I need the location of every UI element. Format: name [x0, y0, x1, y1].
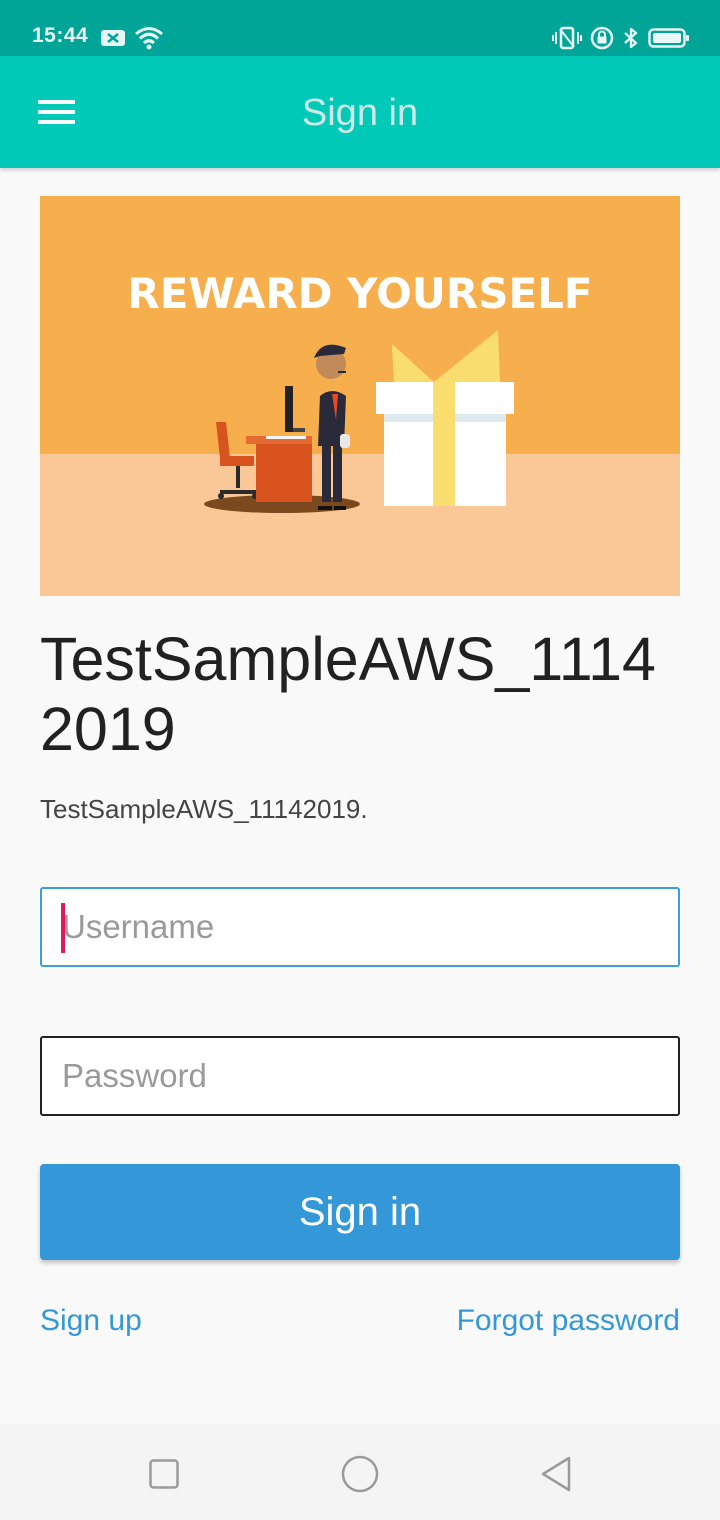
username-field[interactable] [40, 887, 680, 967]
app-bar-title: Sign in [301, 92, 419, 134]
wifi-icon [135, 27, 163, 50]
status-left-icons [100, 26, 164, 50]
sign-up-link[interactable]: Sign up [40, 1304, 142, 1338]
back-icon[interactable] [534, 1452, 578, 1496]
vibrate-icon [552, 26, 582, 50]
status-bar: 15:44 [0, 0, 720, 56]
forgot-password-link[interactable]: Forgot password [457, 1304, 680, 1338]
username-input[interactable] [42, 889, 678, 965]
status-right-icons [552, 26, 690, 50]
battery-icon [648, 28, 689, 48]
sign-in-button[interactable]: Sign in [40, 1164, 680, 1260]
system-nav-bar [0, 1424, 720, 1520]
password-field[interactable] [40, 1036, 680, 1116]
rotation-lock-icon [590, 26, 614, 50]
message-notification-icon [101, 30, 125, 46]
password-input[interactable] [42, 1038, 678, 1114]
bluetooth-icon [624, 27, 638, 49]
tenant-subtitle: TestSampleAWS_11142019. [40, 794, 368, 824]
promo-banner: REWARD YOURSELF [40, 196, 680, 596]
status-time: 15:44 [32, 24, 89, 47]
text-caret [61, 903, 65, 953]
banner-headline: REWARD YOURSELF [127, 269, 592, 318]
home-icon[interactable] [338, 1452, 382, 1496]
recent-apps-icon[interactable] [142, 1452, 186, 1496]
app-bar: Sign in [0, 56, 720, 168]
tenant-title: TestSampleAWS_11142019 [40, 625, 656, 763]
